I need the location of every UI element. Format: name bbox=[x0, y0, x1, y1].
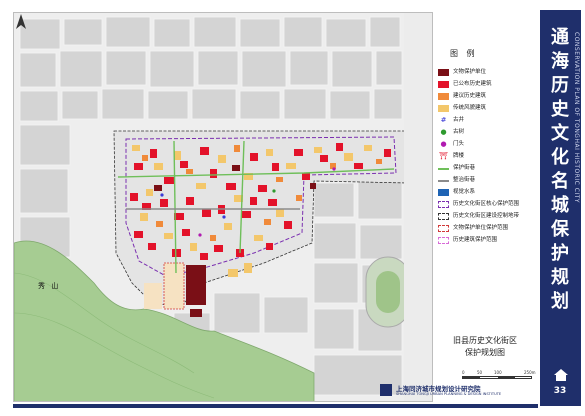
scale-label: 250m bbox=[524, 370, 536, 375]
scale-bar-graphic bbox=[462, 376, 532, 379]
legend-item-historic-range: 历史建筑保护范围 bbox=[438, 236, 538, 246]
legend-item-proposed-historic: 建议历史建筑 bbox=[438, 92, 538, 102]
plan-title-en: CONSERVATION PLAN OF TONGHAI HISTORIC CI… bbox=[573, 32, 580, 204]
legend-label: 历史建筑保护范围 bbox=[453, 237, 498, 243]
legend: 图 例 文物保护单位 已公布历史建筑 建议历史建筑 传统风貌建筑 # 古井 ● … bbox=[436, 48, 538, 328]
scale-label: 0 bbox=[462, 370, 465, 375]
legend-item-core-zone: 历史文化街区核心保护范围 bbox=[438, 200, 538, 210]
legend-item-gate: ● 门头 bbox=[438, 140, 538, 150]
plan-sheet: 秀 山 图 例 文物保护单位 已公布历史建筑 建议历史建筑 传统风貌建筑 # 古… bbox=[0, 0, 585, 416]
page-number: 33 bbox=[553, 386, 567, 396]
institute-logo-icon bbox=[380, 384, 392, 396]
legend-item-protected-street: 保护街巷 bbox=[438, 164, 538, 174]
historic-range-swatch-icon bbox=[438, 237, 449, 244]
legend-title: 图 例 bbox=[450, 49, 478, 58]
map-title: 旧县历史文化街区 保护规划图 bbox=[430, 335, 540, 359]
control-zone-swatch-icon bbox=[438, 213, 449, 220]
sports-track bbox=[365, 256, 411, 328]
published-swatch-icon bbox=[438, 81, 449, 88]
scale-label: 100 bbox=[494, 370, 502, 375]
hill-label: 秀 山 bbox=[38, 282, 61, 290]
institute-name-en: SHANGHAI TONGJI URBAN PLANNING & DESIGN … bbox=[396, 392, 502, 396]
legend-item-well: # 古井 bbox=[438, 116, 538, 126]
traditional-swatch-icon bbox=[438, 105, 449, 112]
legend-item-tree: ● 古树 bbox=[438, 128, 538, 138]
archway-icon: ⛩ bbox=[439, 152, 448, 160]
legend-item-published-historic: 已公布历史建筑 bbox=[438, 80, 538, 90]
legend-label: 保护街巷 bbox=[453, 165, 476, 171]
bottom-bar bbox=[13, 404, 538, 408]
gate-icon: ● bbox=[440, 140, 447, 148]
legend-label: 文物保护单位 bbox=[453, 69, 487, 75]
legend-item-traditional: 传统风貌建筑 bbox=[438, 104, 538, 114]
legend-item-renovated-street: 整治街巷 bbox=[438, 176, 538, 186]
tree-icon: ● bbox=[440, 128, 447, 136]
map-title-line1: 旧县历史文化街区 bbox=[453, 336, 517, 345]
legend-item-archway: ⛩ 牌楼 bbox=[438, 152, 538, 162]
renovated-street-line-icon bbox=[438, 180, 449, 182]
legend-item-control-zone: 历史文化街区建设控制地带 bbox=[438, 212, 538, 222]
legend-label: 视觉水系 bbox=[453, 189, 476, 195]
legend-item-cultural-relic: 文物保护单位 bbox=[438, 68, 538, 78]
scale-bar: 0 50 100 250m bbox=[462, 370, 538, 380]
north-arrow-icon bbox=[16, 14, 26, 29]
proposed-swatch-icon bbox=[438, 93, 449, 100]
scale-label: 50 bbox=[477, 370, 483, 375]
map-title-line2: 保护规划图 bbox=[465, 348, 505, 357]
legend-label: 历史文化街区核心保护范围 bbox=[453, 201, 520, 207]
legend-item-water: 视觉水系 bbox=[438, 188, 538, 198]
legend-label: 牌楼 bbox=[453, 153, 465, 159]
legend-item-relic-range: 文物保护单位保护范围 bbox=[438, 224, 538, 234]
well-icon: # bbox=[440, 116, 447, 124]
legend-label: 门头 bbox=[453, 141, 465, 147]
relic-swatch-icon bbox=[438, 69, 449, 76]
core-zone-swatch-icon bbox=[438, 201, 449, 208]
legend-label: 古井 bbox=[453, 117, 465, 123]
map-drawing bbox=[14, 13, 432, 401]
relic-range-swatch-icon bbox=[438, 225, 449, 232]
legend-label: 建议历史建筑 bbox=[453, 93, 487, 99]
legend-label: 历史文化街区建设控制地带 bbox=[453, 213, 520, 219]
legend-label: 已公布历史建筑 bbox=[453, 81, 492, 87]
home-icon[interactable] bbox=[553, 368, 569, 382]
water-swatch-icon bbox=[438, 189, 449, 196]
protected-street-line-icon bbox=[438, 168, 449, 170]
legend-label: 传统风貌建筑 bbox=[453, 105, 487, 111]
institute-credit: 上海同济城市规划设计研究院 SHANGHAI TONGJI URBAN PLAN… bbox=[380, 383, 538, 399]
legend-label: 古树 bbox=[453, 129, 465, 135]
district-map: 秀 山 bbox=[13, 12, 433, 402]
legend-label: 文物保护单位保护范围 bbox=[453, 225, 509, 231]
legend-label: 整治街巷 bbox=[453, 177, 476, 183]
